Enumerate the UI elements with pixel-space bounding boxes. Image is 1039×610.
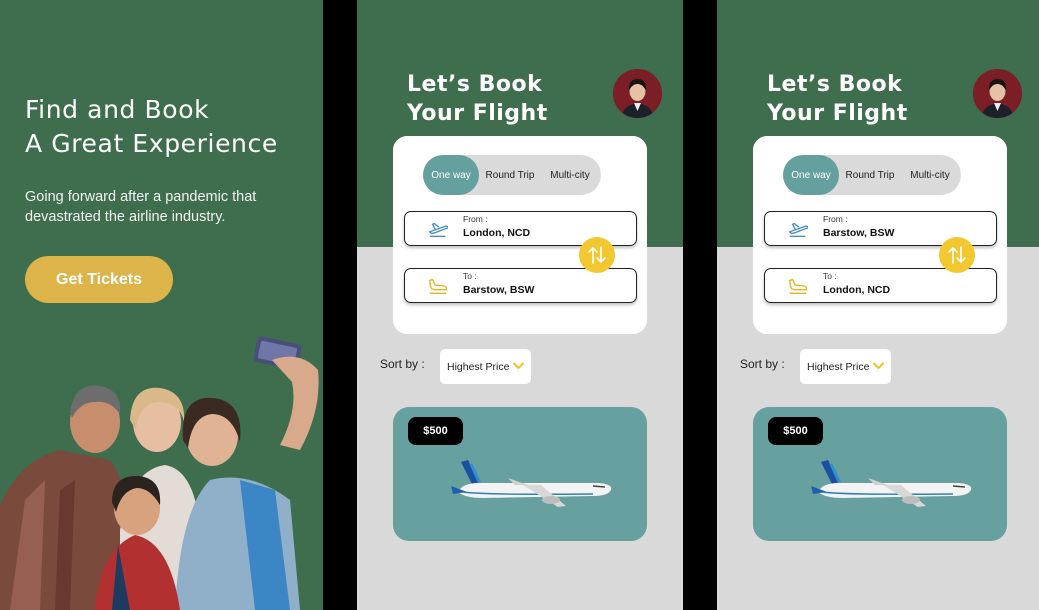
price-badge: $500 — [408, 417, 463, 445]
to-label: To : — [463, 271, 477, 281]
tab-multi-city[interactable]: Multi-city — [541, 155, 599, 195]
plane-landing-icon — [429, 278, 448, 295]
flight-card[interactable]: $500 — [753, 407, 1007, 541]
avatar-image — [613, 69, 662, 118]
plane-takeoff-icon — [789, 222, 809, 238]
from-label: From : — [823, 214, 848, 224]
promo-title: Find and Book A Great Experience — [25, 95, 278, 158]
chevron-down-icon — [873, 362, 884, 370]
tab-round-trip[interactable]: Round Trip — [839, 155, 901, 195]
avatar[interactable] — [973, 69, 1022, 118]
sort-dropdown[interactable]: Highest Price — [800, 349, 891, 384]
search-card: One way Round Trip Multi-city From : Bar… — [753, 136, 1007, 334]
get-tickets-button[interactable]: Get Tickets — [25, 256, 173, 303]
page-title: Let’s Book Your Flight — [407, 72, 548, 126]
sort-value: Highest Price — [447, 360, 510, 373]
sort-value: Highest Price — [807, 360, 870, 373]
tab-one-way[interactable]: One way — [783, 155, 839, 195]
trip-type-tabs: One way Round Trip Multi-city — [423, 155, 601, 195]
booking-screen-2: Let’s Book Your Flight One way Round Tri… — [717, 0, 1039, 610]
plane-landing-icon — [789, 278, 808, 295]
price-badge: $500 — [768, 417, 823, 445]
promo-subtitle: Going forward after a pandemic that deva… — [25, 189, 257, 225]
page-title: Let’s Book Your Flight — [767, 72, 908, 126]
sort-dropdown[interactable]: Highest Price — [440, 349, 531, 384]
from-value: Barstow, BSW — [823, 227, 895, 239]
from-label: From : — [463, 214, 488, 224]
avatar-image — [973, 69, 1022, 118]
swap-arrows-icon — [588, 246, 606, 264]
chevron-down-icon — [513, 362, 524, 370]
airplane-image — [811, 460, 972, 507]
to-label: To : — [823, 271, 837, 281]
avatar[interactable] — [613, 69, 662, 118]
swap-button[interactable] — [939, 237, 975, 273]
swap-arrows-icon — [948, 246, 966, 264]
to-value: London, NCD — [823, 284, 891, 296]
booking-screen-1: Let’s Book Your Flight One way Round Tri… — [357, 0, 683, 610]
plane-takeoff-icon — [429, 222, 449, 238]
tab-round-trip[interactable]: Round Trip — [479, 155, 541, 195]
from-value: London, NCD — [463, 227, 531, 239]
tab-one-way[interactable]: One way — [423, 155, 479, 195]
to-value: Barstow, BSW — [463, 284, 535, 296]
flight-card[interactable]: $500 — [393, 407, 647, 541]
trip-type-tabs: One way Round Trip Multi-city — [783, 155, 961, 195]
to-field[interactable]: To : Barstow, BSW — [404, 268, 637, 303]
sort-label: Sort by : — [380, 357, 425, 371]
to-field[interactable]: To : London, NCD — [764, 268, 997, 303]
promo-panel: Find and Book A Great Experience Going f… — [0, 0, 323, 610]
airplane-image — [451, 460, 612, 507]
search-card: One way Round Trip Multi-city From : Lon… — [393, 136, 647, 334]
swap-button[interactable] — [579, 237, 615, 273]
family-selfie-photo — [0, 336, 319, 610]
tab-multi-city[interactable]: Multi-city — [901, 155, 959, 195]
sort-label: Sort by : — [740, 357, 785, 371]
